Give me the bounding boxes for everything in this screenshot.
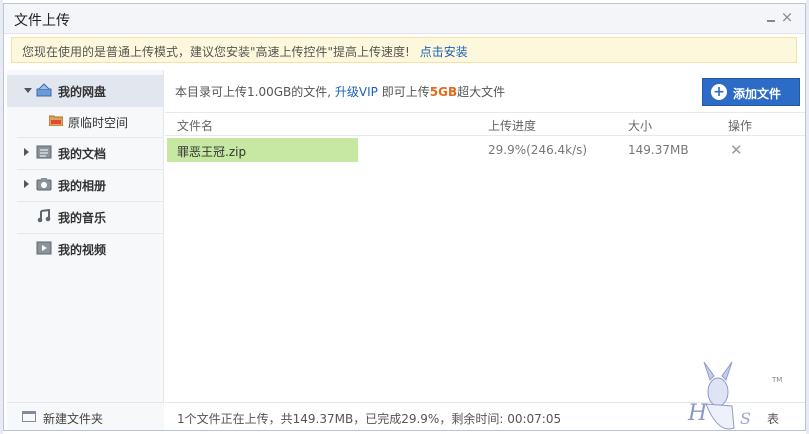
remove-icon[interactable]: ✕ [730, 141, 744, 159]
sidebar-item-label: 我的文档 [58, 147, 107, 161]
cloud-drive-icon [36, 83, 52, 97]
sidebar-item-temp-space[interactable]: 原临时空间 [7, 107, 163, 135]
sidebar-item-my-album[interactable]: 我的相册 [7, 169, 163, 201]
folder-icon [48, 114, 64, 127]
chevron-right-icon[interactable] [24, 148, 29, 156]
camera-icon [36, 177, 52, 191]
svg-text:TM: TM [771, 376, 782, 384]
video-icon [36, 241, 52, 255]
sidebar: 我的网盘 原临时空间 我的文档 我的相册 我的音乐 我的视频 [7, 70, 164, 430]
close-icon[interactable]: × [780, 10, 794, 25]
quota-info-row: 本目录可上传1.00GB的文件, 升级VIP 即可上传5GB超大文件 + 添加文… [165, 70, 805, 110]
quota-prefix: 本目录可上传1.00GB的文件, [175, 85, 332, 99]
sidebar-item-label: 我的视频 [58, 243, 107, 257]
main-panel: 本目录可上传1.00GB的文件, 升级VIP 即可上传5GB超大文件 + 添加文… [165, 70, 805, 402]
column-header-operation: 操作 [728, 119, 753, 133]
mascot-watermark: H S TM [687, 361, 782, 430]
file-progress: 29.9%(246.4k/s) [488, 143, 588, 157]
new-folder-label: 新建文件夹 [43, 412, 104, 426]
dialog-title: 文件上传 [14, 13, 70, 29]
sidebar-item-my-documents[interactable]: 我的文档 [7, 137, 163, 169]
title-bar: 文件上传 × [4, 4, 805, 34]
install-link[interactable]: 点击安装 [420, 45, 468, 59]
column-header-name: 文件名 [177, 119, 214, 133]
sidebar-sub-label: 原临时空间 [68, 116, 129, 130]
sidebar-item-label: 我的相册 [58, 179, 107, 193]
table-header: 文件名 上传进度 大小 操作 [165, 112, 805, 136]
chevron-down-icon[interactable] [24, 88, 32, 93]
svg-text:S: S [740, 409, 751, 428]
new-folder-icon [22, 411, 36, 422]
minimize-icon[interactable] [764, 10, 778, 24]
sidebar-item-my-drive[interactable]: 我的网盘 [7, 75, 163, 107]
add-file-label: 添加文件 [733, 87, 782, 101]
sidebar-item-label: 我的网盘 [58, 85, 107, 99]
column-header-progress: 上传进度 [488, 119, 537, 133]
upload-mode-notice: 您现在使用的是普通上传模式，建议您安装"高速上传控件"提高上传速度! 点击安装 [11, 37, 797, 63]
add-file-button[interactable]: + 添加文件 [702, 78, 800, 106]
table-row[interactable]: 罪恶王冠.zip 29.9%(246.4k/s) 149.37MB ✕ [165, 138, 805, 162]
upgrade-vip-link[interactable]: 升级VIP [335, 85, 378, 99]
column-header-size: 大小 [628, 119, 653, 133]
quota-big: 5GB [429, 85, 458, 99]
document-icon [36, 145, 52, 159]
notice-text: 您现在使用的是普通上传模式，建议您安装"高速上传控件"提高上传速度! [22, 45, 410, 59]
chevron-right-icon[interactable] [24, 180, 29, 188]
sidebar-item-my-music[interactable]: 我的音乐 [7, 201, 163, 233]
quota-middle: 即可上传 [381, 85, 430, 99]
file-name: 罪恶王冠.zip [177, 145, 247, 159]
svg-text:H: H [687, 401, 708, 426]
music-note-icon [36, 208, 52, 223]
quota-suffix: 超大文件 [457, 85, 506, 99]
new-folder-button[interactable]: 新建文件夹 [7, 402, 164, 430]
quota-info: 本目录可上传1.00GB的文件, 升级VIP 即可上传5GB超大文件 [175, 83, 505, 100]
upload-status: 1个文件正在上传，共149.37MB，已完成29.9%，剩余时间: 00:07:… [177, 412, 562, 426]
sidebar-item-my-video[interactable]: 我的视频 [7, 233, 163, 265]
plus-icon: + [711, 84, 727, 100]
sidebar-item-label: 我的音乐 [58, 211, 107, 225]
file-size: 149.37MB [628, 143, 689, 157]
